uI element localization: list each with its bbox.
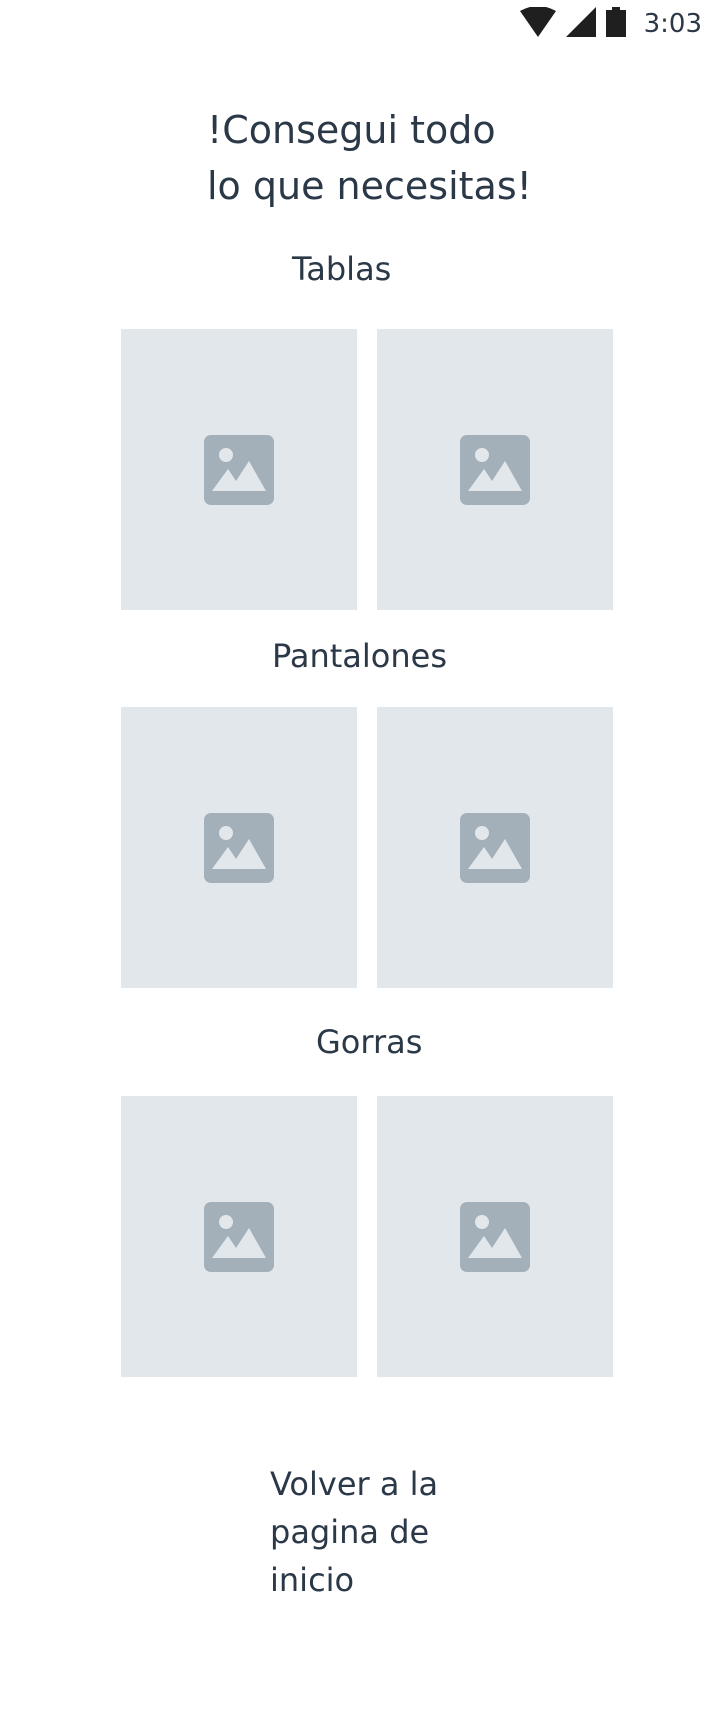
product-image-pantalones-2[interactable] xyxy=(377,707,613,988)
image-placeholder-icon xyxy=(204,1201,274,1272)
image-placeholder-icon xyxy=(460,812,530,883)
wifi-icon xyxy=(519,6,556,41)
image-placeholder-icon xyxy=(204,434,274,505)
status-time: 3:03 xyxy=(643,9,702,39)
product-image-tablas-2[interactable] xyxy=(377,329,613,610)
image-placeholder-icon xyxy=(460,1201,530,1272)
section-label-pantalones: Pantalones xyxy=(272,637,448,675)
section-label-tablas: Tablas xyxy=(292,250,392,288)
product-image-tablas-1[interactable] xyxy=(121,329,357,610)
battery-icon xyxy=(605,7,626,41)
page-title: !Consegui todo lo que necesitas! xyxy=(207,102,532,214)
product-image-gorras-1[interactable] xyxy=(121,1096,357,1377)
image-placeholder-icon xyxy=(204,812,274,883)
page-title-line-2: lo que necesitas! xyxy=(207,164,532,208)
back-to-home-link[interactable]: Volver a la pagina de inicio xyxy=(270,1460,470,1604)
section-label-gorras: Gorras xyxy=(316,1023,423,1061)
product-image-pantalones-1[interactable] xyxy=(121,707,357,988)
page-title-line-1: !Consegui todo xyxy=(207,108,496,152)
image-placeholder-icon xyxy=(460,434,530,505)
product-image-gorras-2[interactable] xyxy=(377,1096,613,1377)
status-icons: 3:03 xyxy=(519,6,702,41)
signal-icon xyxy=(565,7,596,41)
status-bar: 3:03 xyxy=(0,0,720,50)
